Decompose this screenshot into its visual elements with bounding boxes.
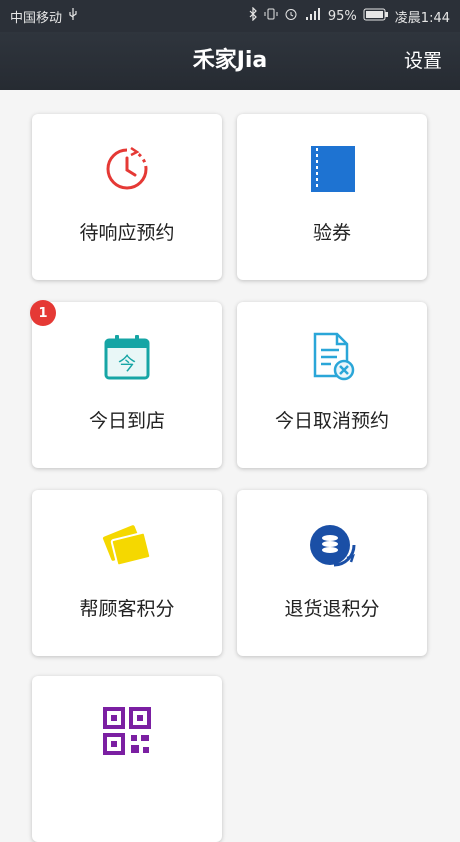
clock-icon bbox=[32, 144, 222, 194]
clock-time: 凌晨1:44 bbox=[394, 10, 450, 26]
tile-pending-appointments[interactable]: 待响应预约 bbox=[32, 114, 222, 280]
tile-customer-points[interactable]: 帮顾客积分 bbox=[32, 490, 222, 656]
page-title: 禾家Jia bbox=[192, 48, 268, 73]
ticket-icon bbox=[237, 144, 427, 194]
battery-percent: 95% bbox=[327, 8, 357, 24]
calendar-today-icon: 今 bbox=[32, 332, 222, 382]
settings-button[interactable]: 设置 bbox=[404, 32, 442, 90]
bluetooth-icon bbox=[248, 6, 258, 25]
svg-text:今: 今 bbox=[118, 354, 136, 375]
status-bar: 中国移动 95% 凌晨1:44 bbox=[0, 0, 460, 32]
signal-icon bbox=[304, 7, 322, 25]
tile-return-points[interactable]: 退货退积分 bbox=[237, 490, 427, 656]
cards-icon bbox=[32, 520, 222, 570]
tile-label: 今日取消预约 bbox=[274, 410, 389, 432]
coins-return-icon bbox=[237, 520, 427, 570]
tile-label: 今日到店 bbox=[88, 410, 165, 432]
tile-today-arrivals[interactable]: 1 今 今日到店 bbox=[30, 300, 222, 468]
cancel-document-icon bbox=[237, 332, 427, 382]
tile-today-cancellations[interactable]: 今日取消预约 bbox=[237, 302, 427, 468]
tile-label: 帮顾客积分 bbox=[79, 598, 175, 620]
status-left: 中国移动 bbox=[10, 7, 78, 26]
tile-verify-coupon[interactable]: 验券 bbox=[237, 114, 427, 280]
status-right: 95% 凌晨1:44 bbox=[248, 6, 450, 26]
carrier-label: 中国移动 bbox=[10, 10, 63, 26]
usb-icon bbox=[68, 7, 78, 25]
tile-qr-code[interactable] bbox=[32, 676, 222, 842]
vibrate-icon bbox=[264, 7, 278, 25]
tile-label: 待响应预约 bbox=[79, 222, 175, 244]
battery-icon bbox=[363, 8, 389, 25]
tile-label: 退货退积分 bbox=[284, 598, 380, 620]
alarm-icon bbox=[284, 7, 298, 25]
notification-badge: 1 bbox=[30, 300, 56, 326]
app-bar: 禾家Jia 设置 bbox=[0, 32, 460, 90]
tile-label: 验券 bbox=[312, 222, 351, 244]
qr-code-icon bbox=[32, 706, 222, 756]
